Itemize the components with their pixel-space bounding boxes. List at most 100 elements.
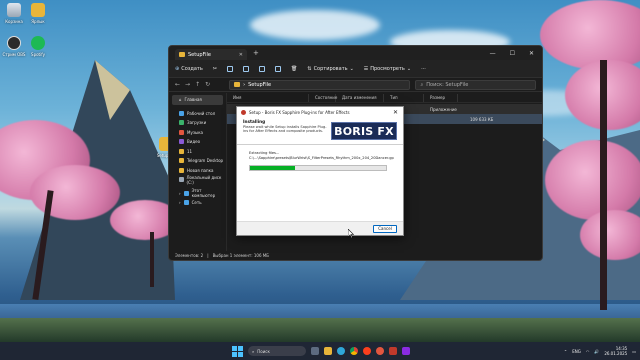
back-arrow-icon[interactable]: ← — [175, 81, 180, 88]
new-tab-button[interactable]: + — [253, 49, 259, 57]
close-tab-icon[interactable]: ✕ — [239, 52, 243, 58]
search-input[interactable]: ⌕ Поиск: SetupFile — [415, 79, 536, 90]
dialog-footer: Cancel — [237, 221, 403, 235]
column-date[interactable]: Дата изменения — [336, 93, 384, 102]
address-bar-row: ← → ↑ ↻ › SetupFile ⌕ Поиск: SetupFile — [169, 78, 542, 92]
column-name[interactable]: Имя — [227, 93, 309, 102]
chevron-down-icon: ⌄ — [349, 65, 354, 72]
yandex-icon[interactable] — [363, 347, 371, 355]
column-status[interactable]: Состояние — [309, 93, 337, 102]
refresh-icon[interactable]: ↻ — [205, 81, 210, 88]
minimize-button[interactable]: — — [490, 50, 496, 57]
nav-item-label: Telegram Desktop — [187, 158, 224, 164]
nav-item-music[interactable]: Музыка — [169, 128, 226, 138]
column-type[interactable]: Тип — [384, 93, 424, 102]
share-button[interactable] — [275, 65, 281, 72]
taskbar-apps: ⌕ Поиск — [232, 342, 410, 360]
plus-icon: ⊕ — [175, 65, 180, 72]
rename-button[interactable] — [259, 65, 265, 72]
explorer-tab[interactable]: SetupFile ✕ — [175, 49, 247, 60]
chevron-down-icon: ⌄ — [406, 65, 412, 72]
explorer-titlebar: SetupFile ✕ + — ☐ ✕ — [169, 46, 542, 60]
close-window-button[interactable]: ✕ — [529, 50, 534, 57]
nav-item-videos[interactable]: Видео — [169, 137, 226, 147]
folder-icon — [179, 52, 185, 57]
nav-item-label: Главная — [184, 97, 202, 103]
music-icon — [179, 129, 184, 135]
paste-button[interactable] — [243, 65, 249, 72]
nav-item-network[interactable]: › Сеть — [169, 198, 226, 208]
nav-item-label: Сеть — [191, 200, 202, 206]
file-explorer-icon[interactable] — [324, 347, 332, 355]
nav-item-home[interactable]: ⌂ Главная — [172, 95, 223, 105]
search-icon: ⌕ — [420, 81, 424, 88]
taskbar-search[interactable]: ⌕ Поиск — [248, 346, 306, 356]
app-icon[interactable] — [376, 347, 384, 355]
chevron-right-icon: › — [243, 81, 246, 88]
tab-title: SetupFile — [188, 51, 211, 58]
cut-icon: ✂ — [212, 65, 217, 72]
up-arrow-icon[interactable]: ↑ — [195, 81, 200, 88]
app-icon[interactable] — [402, 347, 410, 355]
column-size[interactable]: Размер — [424, 93, 458, 102]
system-tray: ⌃ ENG ◠ 🔊 14:35 26.01.2025 ▭ — [564, 342, 636, 360]
chevron-up-icon[interactable]: ⌃ — [564, 349, 567, 354]
nav-item-new-folder[interactable]: Новая папка — [169, 166, 226, 176]
copy-icon — [227, 65, 233, 72]
more-button[interactable]: ··· — [421, 66, 426, 72]
trash-icon: 🗑 — [291, 65, 298, 72]
delete-button[interactable]: 🗑 — [291, 66, 297, 72]
setup-task-icon[interactable] — [389, 347, 397, 355]
notification-icon[interactable]: ▭ — [632, 349, 636, 354]
nav-item-label: Видео — [187, 139, 201, 145]
task-view-icon[interactable] — [311, 347, 319, 355]
view-button[interactable]: ☰ Просмотреть ⌄ — [364, 66, 411, 72]
desktop-icon-shortcut[interactable]: Ярлык — [24, 3, 52, 24]
folder-icon — [179, 148, 184, 154]
nav-item-desktop[interactable]: Рабочий стол — [169, 109, 226, 119]
taskbar: ⌕ Поиск ⌃ ENG ◠ 🔊 14:35 26.01.2025 ▭ — [0, 342, 640, 360]
nav-item-local-disk[interactable]: Локальный диск (C:) — [169, 175, 226, 185]
forward-arrow-icon[interactable]: → — [185, 81, 190, 88]
copy-button[interactable] — [227, 65, 233, 72]
progress-fill — [250, 166, 295, 170]
desktop-icon-spotify[interactable]: Spotify — [24, 36, 52, 57]
status-divider: | — [207, 253, 209, 258]
share-icon — [275, 65, 281, 72]
spotify-icon — [31, 36, 45, 50]
dialog-header: Installing Please wait while Setup insta… — [237, 117, 403, 145]
file-type: Приложение — [430, 106, 457, 112]
item-count: Элементов: 2 — [175, 253, 204, 258]
setup-app-icon — [241, 109, 246, 115]
address-path: SetupFile — [248, 81, 272, 88]
chevron-right-icon: › — [179, 190, 181, 196]
view-icon: ☰ — [363, 65, 369, 72]
cancel-button[interactable]: Cancel — [373, 225, 397, 233]
language-indicator[interactable]: ENG — [572, 349, 581, 354]
cut-button[interactable]: ✂ — [213, 66, 217, 72]
search-placeholder: Поиск: SetupFile — [426, 81, 469, 88]
nav-item-label: Этот компьютер — [191, 188, 216, 199]
mouse-cursor — [348, 229, 354, 238]
clock[interactable]: 14:35 26.01.2025 — [604, 346, 627, 356]
close-icon[interactable]: ✕ — [393, 109, 398, 116]
folder-icon — [179, 167, 184, 173]
nav-item-11[interactable]: 11 — [169, 147, 226, 157]
nav-item-telegram[interactable]: Telegram Desktop — [169, 156, 226, 166]
nav-item-downloads[interactable]: Загрузки — [169, 118, 226, 128]
address-bar[interactable]: › SetupFile — [229, 79, 411, 90]
maximize-button[interactable]: ☐ — [510, 50, 515, 57]
extracting-path: C:\...\Sapphire\presets\BlurWrist\S_Filt… — [249, 156, 394, 160]
create-button[interactable]: ⊕ Создать — [175, 66, 203, 72]
start-button[interactable] — [232, 345, 243, 357]
edge-icon[interactable] — [337, 347, 345, 355]
network-icon — [183, 200, 189, 206]
dialog-titlebar: Setup - Boris FX Sapphire Plug-ins for A… — [237, 107, 403, 117]
clock-date: 26.01.2025 — [604, 351, 628, 356]
sort-button[interactable]: ⇅ Сортировать ⌄ — [307, 66, 353, 72]
chrome-icon[interactable] — [350, 347, 358, 355]
recycle-bin-icon — [7, 3, 21, 17]
wifi-icon[interactable]: ◠ — [586, 349, 590, 354]
volume-icon[interactable]: 🔊 — [594, 349, 599, 354]
nav-item-this-pc[interactable]: › Этот компьютер — [169, 188, 226, 199]
